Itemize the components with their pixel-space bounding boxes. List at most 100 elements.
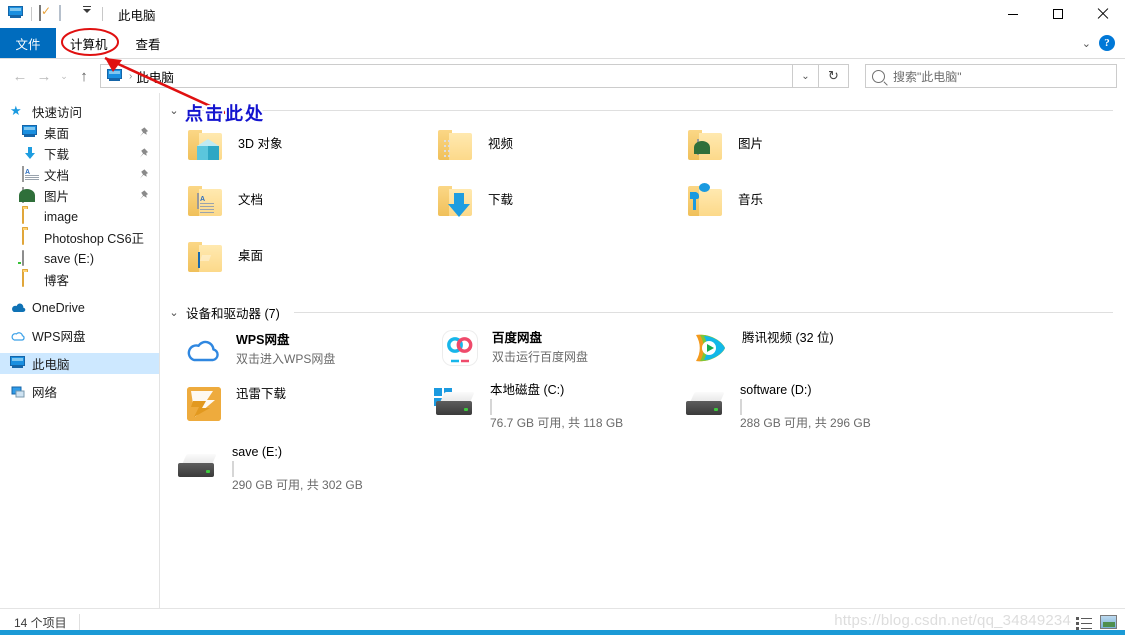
devices-section-header[interactable]: ⌄ 设备和驱动器 (7) — [160, 302, 1125, 322]
taskbar-strip — [0, 630, 1125, 635]
sidebar-item-pictures[interactable]: 图片 — [0, 185, 159, 206]
folder-desktop-icon — [188, 242, 228, 282]
sidebar-item-blog[interactable]: 博客 — [0, 269, 159, 290]
this-pc-icon — [10, 355, 26, 372]
desktop-icon — [22, 124, 38, 141]
maximize-button[interactable] — [1035, 0, 1080, 28]
sidebar-item-network[interactable]: 网络 — [0, 381, 159, 402]
close-button[interactable] — [1080, 0, 1125, 28]
tab-file[interactable]: 文件 — [0, 28, 56, 58]
tab-view[interactable]: 查看 — [122, 28, 175, 58]
folder-videos-icon — [438, 130, 478, 170]
sidebar-item-documents[interactable]: A 文档 — [0, 164, 159, 185]
sidebar-item-label: 网络 — [32, 386, 58, 400]
folder-3d-objects-icon — [188, 130, 228, 170]
chevron-down-icon[interactable]: ⌄ — [168, 104, 180, 117]
folder-tile-videos[interactable]: 视频 — [410, 126, 660, 182]
new-folder-icon[interactable] — [59, 5, 75, 22]
drive-icon — [22, 249, 38, 267]
device-tile-name: WPS网盘 — [236, 333, 290, 347]
section-divider — [293, 311, 1113, 313]
sidebar-item-downloads[interactable]: 下载 — [0, 143, 159, 164]
search-box[interactable]: 搜索"此电脑" — [865, 64, 1117, 88]
back-button[interactable]: ← — [8, 64, 32, 88]
pin-icon[interactable] — [138, 147, 149, 159]
device-tile-wps-netdisk[interactable]: WPS网盘 双击进入WPS网盘 — [182, 330, 335, 370]
address-input[interactable]: › 此电脑 — [100, 64, 793, 88]
folder-tile-label: 图片 — [738, 137, 764, 151]
folder-tile-desktop[interactable]: 桌面 — [160, 238, 410, 294]
device-tile-name: save (E:) — [232, 445, 283, 459]
sidebar-item-photoshop[interactable]: Photoshop CS6正 — [0, 227, 159, 248]
pin-icon[interactable] — [138, 126, 149, 138]
folder-tile-label: 视频 — [488, 137, 514, 151]
section-divider — [200, 109, 1113, 111]
capacity-bar — [740, 398, 742, 415]
sidebar-item-onedrive[interactable]: OneDrive — [0, 297, 159, 318]
sidebar-item-desktop[interactable]: 桌面 — [0, 122, 159, 143]
annotation-text: 点击此处 — [185, 104, 265, 125]
status-bar: 14 个项目 https://blog.csdn.net/qq_34849234 — [0, 608, 1125, 635]
device-tile-subtitle: 76.7 GB 可用, 共 118 GB — [490, 415, 624, 430]
item-count: 14 个项目 — [14, 615, 67, 630]
folder-downloads-icon — [438, 186, 478, 226]
pictures-icon — [19, 186, 38, 204]
wps-cloud-icon — [182, 330, 226, 370]
sidebar-item-this-pc[interactable]: 此电脑 — [0, 353, 159, 374]
folder-tile-pictures[interactable]: 图片 — [660, 126, 910, 182]
tab-computer[interactable]: 计算机 — [56, 28, 122, 58]
folders-section-header[interactable]: ⌄ — [160, 100, 1125, 120]
refresh-button[interactable]: ↻ — [819, 64, 849, 88]
folder-tile-3d-objects[interactable]: 3D 对象 — [160, 126, 410, 182]
folder-tile-label: 音乐 — [738, 193, 764, 207]
device-tile-software-d[interactable]: software (D:) 288 GB 可用, 共 296 GB — [682, 380, 871, 432]
breadcrumb: 此电脑 — [136, 70, 174, 85]
device-tile-local-disk-c[interactable]: 本地磁盘 (C:) 76.7 GB 可用, 共 118 GB — [432, 380, 623, 432]
properties-icon[interactable] — [39, 5, 55, 22]
help-icon[interactable]: ? — [1099, 35, 1115, 51]
pin-icon[interactable] — [138, 189, 149, 201]
device-tile-save-e[interactable]: save (E:) 290 GB 可用, 共 302 GB — [174, 442, 363, 494]
device-tile-tencent-video[interactable]: 腾讯视频 (32 位) — [688, 328, 834, 368]
sidebar-item-label: save (E:) — [44, 251, 95, 266]
folder-tile-music[interactable]: 音乐 — [660, 182, 910, 238]
baidu-netdisk-icon — [438, 328, 482, 368]
sidebar-group-gap-4 — [0, 374, 159, 381]
recent-locations-icon[interactable]: ⌄ — [56, 64, 72, 88]
folder-tile-documents[interactable]: A 文档 — [160, 182, 410, 238]
folder-music-icon — [688, 183, 728, 226]
large-icons-view-icon[interactable] — [1099, 614, 1117, 630]
monitor-icon[interactable] — [8, 6, 24, 22]
chevron-down-icon[interactable]: ⌄ — [168, 306, 180, 319]
device-tile-body: 腾讯视频 (32 位) — [742, 328, 834, 348]
folders-grid: 3D 对象 视频 图片 A 文档 下载 音乐 桌面 — [160, 126, 1125, 294]
device-tile-subtitle: 288 GB 可用, 共 296 GB — [740, 415, 871, 430]
up-button[interactable]: ↑ — [72, 64, 96, 88]
xunlei-icon — [182, 384, 226, 424]
sidebar-item-save-e[interactable]: save (E:) — [0, 248, 159, 269]
minimize-button[interactable] — [990, 0, 1035, 28]
sidebar-item-label: Photoshop CS6正 — [44, 232, 145, 246]
windows-drive-icon — [432, 380, 480, 420]
chevron-down-icon[interactable]: ⌄ — [1082, 37, 1091, 50]
folder-tile-downloads[interactable]: 下载 — [410, 182, 660, 238]
pin-icon[interactable] — [138, 168, 149, 180]
content-pane: ⌄ 3D 对象 视频 图片 A 文档 下载 音乐 桌面 ⌄ 设备和驱动器 (7)… — [160, 93, 1125, 608]
quick-access-toolbar: 此电脑 — [0, 5, 156, 24]
sidebar-item-image[interactable]: image — [0, 206, 159, 227]
address-bar-row: ← → ⌄ ↑ › 此电脑 ⌄ ↻ 搜索"此电脑" — [0, 59, 1125, 93]
sidebar-item-wps-netdisk[interactable]: WPS网盘 — [0, 325, 159, 346]
navigation-pane: ★ 快速访问 桌面 下载 A 文档 图片 image Photoshop CS6… — [0, 93, 160, 608]
device-tile-xunlei[interactable]: 迅雷下载 — [182, 384, 286, 424]
star-icon: ★ — [10, 102, 22, 118]
customize-dropdown-icon[interactable] — [79, 6, 95, 22]
search-input[interactable]: 搜索"此电脑" — [893, 68, 962, 85]
device-tile-baidu-netdisk[interactable]: 百度网盘 双击运行百度网盘 — [438, 328, 588, 368]
forward-button[interactable]: → — [32, 64, 56, 88]
explorer-body: ★ 快速访问 桌面 下载 A 文档 图片 image Photoshop CS6… — [0, 93, 1125, 608]
documents-icon: A — [22, 165, 39, 183]
sidebar-item-quick-access[interactable]: ★ 快速访问 — [0, 101, 159, 122]
device-tile-subtitle: 双击运行百度网盘 — [492, 349, 589, 364]
address-dropdown-button[interactable]: ⌄ — [793, 64, 819, 88]
details-view-icon[interactable] — [1075, 614, 1093, 630]
